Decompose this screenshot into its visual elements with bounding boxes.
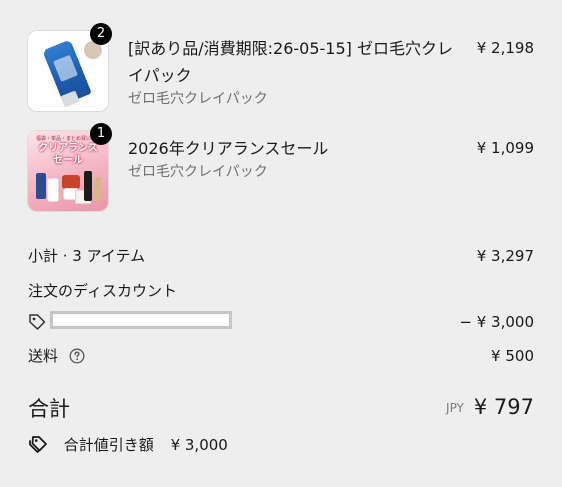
shipping-row: 送料 ¥ 500 [28, 345, 534, 367]
line-item-details: [訳あり品/消費期限:26-05-15] ゼロ毛穴クレイパック ゼロ毛穴クレイパ… [128, 35, 458, 110]
subtotal-value: ¥ 3,297 [476, 247, 534, 265]
sale-product-bottle [84, 171, 92, 201]
product-title: [訳あり品/消費期限:26-05-15] ゼロ毛穴クレイパック [128, 39, 453, 85]
line-item: 福袋・単品・まとめ買い クリアランス セール 1 2026年クリアランスセール … [28, 123, 534, 211]
sale-banner-headline: クリアランス セール [28, 143, 108, 167]
sale-product-bottle [94, 177, 101, 201]
line-item: 2 [訳あり品/消費期限:26-05-15] ゼロ毛穴クレイパック ゼロ毛穴クレ… [28, 23, 534, 111]
sale-banner-caption: 福袋・単品・まとめ買い [36, 136, 92, 142]
tag-icon [29, 314, 46, 330]
subtotal-label: 小計 · 3 アイテム [28, 247, 146, 265]
sale-banner-headline-line: クリアランス [38, 143, 98, 154]
shipping-label: 送料 [28, 347, 59, 365]
discount-code-redacted [50, 311, 232, 329]
discount-code-row: − ¥ 3,000 [28, 311, 534, 333]
product-title: 2026年クリアランスセール [128, 139, 329, 158]
order-summary: 2 [訳あり品/消費期限:26-05-15] ゼロ毛穴クレイパック ゼロ毛穴クレ… [28, 0, 534, 487]
line-item-price: ¥ 2,198 [476, 39, 534, 57]
order-discount-label: 注文のディスカウント [28, 282, 177, 300]
sale-banner-headline-line: セール [53, 155, 83, 166]
product-variant: ゼロ毛穴クレイパック [128, 91, 268, 107]
subtotal-row: 小計 · 3 アイテム ¥ 3,297 [28, 245, 534, 267]
total-row: 合計 JPY ¥ 797 [28, 392, 534, 426]
question-circle-icon[interactable] [69, 348, 85, 364]
sale-product-bottle [48, 179, 58, 201]
total-savings-value: ¥ 3,000 [170, 436, 228, 454]
product-variant: ゼロ毛穴クレイパック [128, 164, 268, 180]
currency-code: JPY [446, 401, 464, 415]
line-item-details: 2026年クリアランスセール ゼロ毛穴クレイパック [128, 135, 458, 183]
quantity-badge: 2 [90, 23, 112, 45]
double-tag-icon [29, 436, 47, 453]
shipping-value: ¥ 500 [491, 347, 534, 365]
total-value: ¥ 797 [473, 395, 534, 419]
total-savings-row: 合計値引き額 ¥ 3,000 [28, 434, 228, 456]
sale-product-bottle [36, 173, 46, 199]
quantity-badge: 1 [90, 123, 112, 145]
total-savings-label: 合計値引き額 [63, 436, 154, 454]
sale-product-jar [62, 175, 80, 189]
total-amount: JPY ¥ 797 [446, 392, 534, 422]
order-discount-row: 注文のディスカウント [28, 280, 534, 302]
total-label: 合計 [28, 397, 70, 421]
discount-amount: − ¥ 3,000 [459, 313, 534, 331]
line-item-price: ¥ 1,099 [476, 139, 534, 157]
